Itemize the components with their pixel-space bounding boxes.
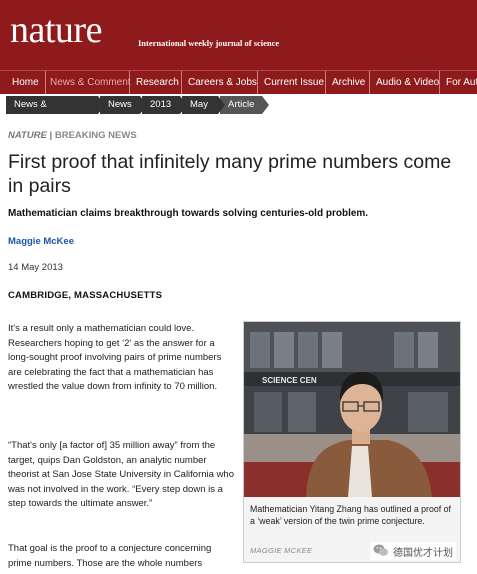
article-author-link[interactable]: Maggie McKee — [8, 236, 74, 247]
article-date: 14 May 2013 — [8, 262, 63, 273]
article-standfirst: Mathematician claims breakthrough toward… — [8, 208, 369, 219]
zhang-photo: SCIENCE CEN — [244, 322, 460, 497]
section-type: BREAKING NEWS — [54, 130, 137, 141]
article-paragraph-1: It's a result only a mathematician could… — [8, 323, 222, 392]
article-dateline: CAMBRIDGE, MASSACHUSETTS — [8, 290, 163, 301]
breadcrumb-news-comment[interactable]: News & Comment — [6, 96, 105, 128]
section-journal: NATURE — [8, 130, 47, 141]
figure-credit: MAGGIE MCKEE — [250, 546, 313, 555]
nav-for-authors[interactable]: For Aut — [442, 71, 477, 95]
breadcrumb-article: Article — [220, 96, 269, 114]
breadcrumb-news[interactable]: News — [100, 96, 147, 114]
article-figure: SCIENCE CEN Mathematician Yitang Zhang h… — [243, 321, 461, 563]
breadcrumb: News & Comment News 2013 May Article — [0, 94, 477, 128]
figure-caption: Mathematician Yitang Zhang has outlined … — [250, 504, 451, 526]
section-separator: | — [49, 130, 53, 141]
nav-audio-video[interactable]: Audio & Video — [372, 71, 440, 95]
nav-news-comment[interactable]: News & Comment — [46, 71, 131, 95]
nav-research[interactable]: Research — [132, 71, 182, 95]
article-title: First proof that infinitely many prime n… — [8, 151, 452, 197]
nav-home[interactable]: Home — [8, 71, 46, 95]
breadcrumb-year[interactable]: 2013 — [142, 96, 187, 114]
article-section: NATURE | BREAKING NEWS — [8, 130, 137, 141]
nav-careers-jobs[interactable]: Careers & Jobs — [184, 71, 258, 95]
wechat-icon — [373, 543, 389, 560]
main-nav: Home News & Comment Research Careers & J… — [0, 70, 477, 95]
science-center-sign: SCIENCE CEN — [262, 376, 317, 385]
watermark-text: 德国优才计划 — [393, 547, 453, 559]
nature-logo[interactable]: nature — [10, 10, 102, 50]
nav-current-issue[interactable]: Current Issue — [260, 71, 326, 95]
breadcrumb-month[interactable]: May — [182, 96, 225, 114]
masthead: nature International weekly journal of s… — [0, 0, 477, 70]
nav-archive[interactable]: Archive — [328, 71, 370, 95]
watermark: 德国优才计划 — [370, 542, 456, 560]
masthead-tagline: International weekly journal of science — [138, 38, 280, 48]
article-paragraph-2: “That's only [a factor of] 35 million aw… — [8, 440, 234, 509]
article-paragraph-3: That goal is the proof to a conjecture c… — [8, 543, 212, 569]
